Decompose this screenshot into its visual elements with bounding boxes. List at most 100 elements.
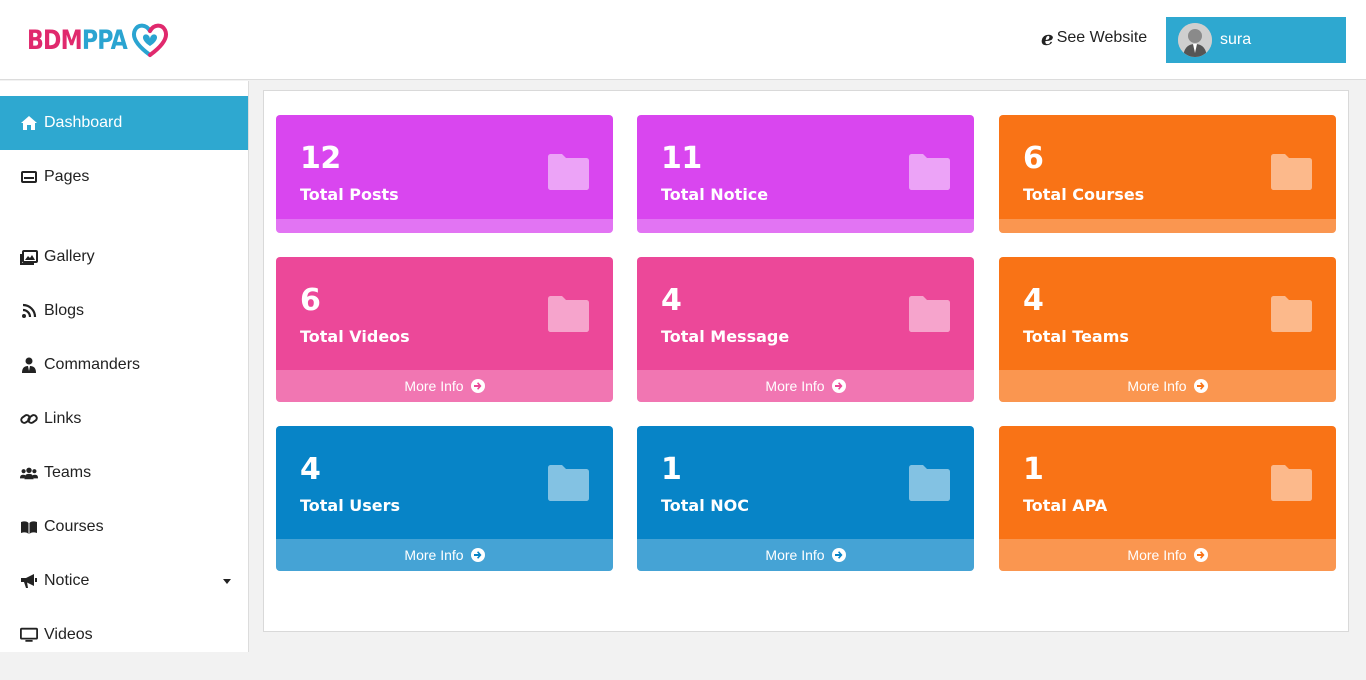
link-icon <box>20 410 38 428</box>
stat-value: 1 <box>1023 452 1044 487</box>
sidebar-item-blogs[interactable]: Blogs <box>0 284 248 338</box>
folder-icon <box>909 465 950 501</box>
stat-label: Total NOC <box>661 496 750 515</box>
sidebar-item-label: Pages <box>44 168 90 185</box>
stat-label: Total Users <box>300 496 401 515</box>
folder-icon <box>909 154 950 190</box>
bullhorn-icon <box>20 572 38 590</box>
stat-label: Total APA <box>1023 496 1108 515</box>
sidebar-item-label: Links <box>44 410 82 427</box>
stat-card-courses[interactable]: 6 Total Courses <box>999 115 1336 233</box>
stat-value: 6 <box>1023 141 1044 176</box>
more-info-label: More Info <box>765 378 825 394</box>
gallery-icon <box>20 248 38 266</box>
arrow-circle-right-icon <box>470 379 485 393</box>
sidebar-item-links[interactable]: Links <box>0 392 248 446</box>
more-info-link[interactable]: More Info <box>637 539 974 571</box>
stat-card-noc[interactable]: 1 Total NOC More Info <box>637 426 974 571</box>
folder-icon <box>1271 296 1312 332</box>
stat-card-users[interactable]: 4 Total Users More Info <box>276 426 613 571</box>
chevron-down-icon <box>223 579 231 584</box>
monitor-icon <box>20 626 38 644</box>
user-name: sura <box>1220 31 1252 48</box>
sidebar-item-dashboard[interactable]: Dashboard <box>0 96 248 150</box>
sidebar-item-videos[interactable]: Videos <box>0 608 248 652</box>
sidebar-item-label: Teams <box>44 464 92 481</box>
folder-icon <box>548 465 589 501</box>
book-icon <box>20 518 38 536</box>
brand-part2: PPA <box>81 24 128 56</box>
stat-label: Total Courses <box>1023 185 1145 204</box>
sidebar-item-commanders[interactable]: Commanders <box>0 338 248 392</box>
sidebar-item-label: Gallery <box>44 248 95 265</box>
pages-icon <box>20 168 38 186</box>
see-website-link[interactable]: e See Website <box>1041 28 1147 48</box>
sidebar-item-teams[interactable]: Teams <box>0 446 248 500</box>
stat-card-videos[interactable]: 6 Total Videos More Info <box>276 257 613 402</box>
more-info-link[interactable] <box>999 219 1336 233</box>
avatar <box>1178 23 1212 57</box>
more-info-link[interactable]: More Info <box>999 539 1336 571</box>
sidebar: Dashboard Pages Gallery Blogs Commanders… <box>0 81 249 652</box>
brand-logo[interactable]: BDMPPA <box>27 22 169 58</box>
stat-card-teams[interactable]: 4 Total Teams More Info <box>999 257 1336 402</box>
stat-card-notice[interactable]: 11 Total Notice <box>637 115 974 233</box>
more-info-link[interactable] <box>637 219 974 233</box>
arrow-circle-right-icon <box>831 379 846 393</box>
sidebar-item-label: Videos <box>44 626 93 643</box>
sidebar-item-pages[interactable]: Pages <box>0 150 248 204</box>
home-icon <box>20 114 38 132</box>
arrow-circle-right-icon <box>470 548 485 562</box>
arrow-circle-right-icon <box>1193 548 1208 562</box>
arrow-circle-right-icon <box>1193 379 1208 393</box>
rss-icon <box>20 302 38 320</box>
more-info-link[interactable]: More Info <box>637 370 974 402</box>
sidebar-item-notice[interactable]: Notice <box>0 554 248 608</box>
stat-card-apa[interactable]: 1 Total APA More Info <box>999 426 1336 571</box>
sidebar-item-label: Commanders <box>44 356 141 373</box>
heart-icon <box>131 23 169 57</box>
stat-label: Total Posts <box>300 185 399 204</box>
stat-value: 6 <box>300 283 321 318</box>
sidebar-item-gallery[interactable]: Gallery <box>0 230 248 284</box>
more-info-link[interactable] <box>276 219 613 233</box>
user-silhouette-icon <box>1178 23 1212 57</box>
users-icon <box>20 464 38 482</box>
stat-value: 12 <box>300 141 341 176</box>
stat-value: 4 <box>300 452 321 487</box>
stat-card-posts[interactable]: 12 Total Posts <box>276 115 613 233</box>
stat-label: Total Videos <box>300 327 410 346</box>
internet-explorer-icon: e <box>1041 26 1054 50</box>
stat-card-message[interactable]: 4 Total Message More Info <box>637 257 974 402</box>
more-info-label: More Info <box>1127 378 1187 394</box>
top-header: BDMPPA e See Website sura <box>0 0 1366 80</box>
more-info-label: More Info <box>404 378 464 394</box>
folder-icon <box>1271 465 1312 501</box>
stat-value: 1 <box>661 452 682 487</box>
sidebar-item-label: Blogs <box>44 302 85 319</box>
see-website-label: See Website <box>1056 29 1148 46</box>
stat-label: Total Message <box>661 327 790 346</box>
folder-icon <box>1271 154 1312 190</box>
more-info-label: More Info <box>404 547 464 563</box>
arrow-circle-right-icon <box>831 548 846 562</box>
stat-value: 4 <box>1023 283 1044 318</box>
folder-icon <box>548 296 589 332</box>
more-info-link[interactable]: More Info <box>276 539 613 571</box>
stat-label: Total Teams <box>1023 327 1129 346</box>
user-tie-icon <box>20 356 38 374</box>
dashboard-content: 12 Total Posts 11 Total Notice 6 Total C… <box>263 90 1349 632</box>
folder-icon <box>548 154 589 190</box>
sidebar-item-label: Courses <box>44 518 104 535</box>
more-info-link[interactable]: More Info <box>999 370 1336 402</box>
more-info-link[interactable]: More Info <box>276 370 613 402</box>
stat-label: Total Notice <box>661 185 769 204</box>
stat-value: 11 <box>661 141 702 176</box>
stat-value: 4 <box>661 283 682 318</box>
brand-part1: BDM <box>27 24 83 56</box>
user-menu-button[interactable]: sura <box>1166 17 1346 63</box>
more-info-label: More Info <box>1127 547 1187 563</box>
sidebar-item-label: Notice <box>44 572 90 589</box>
folder-icon <box>909 296 950 332</box>
sidebar-item-courses[interactable]: Courses <box>0 500 248 554</box>
